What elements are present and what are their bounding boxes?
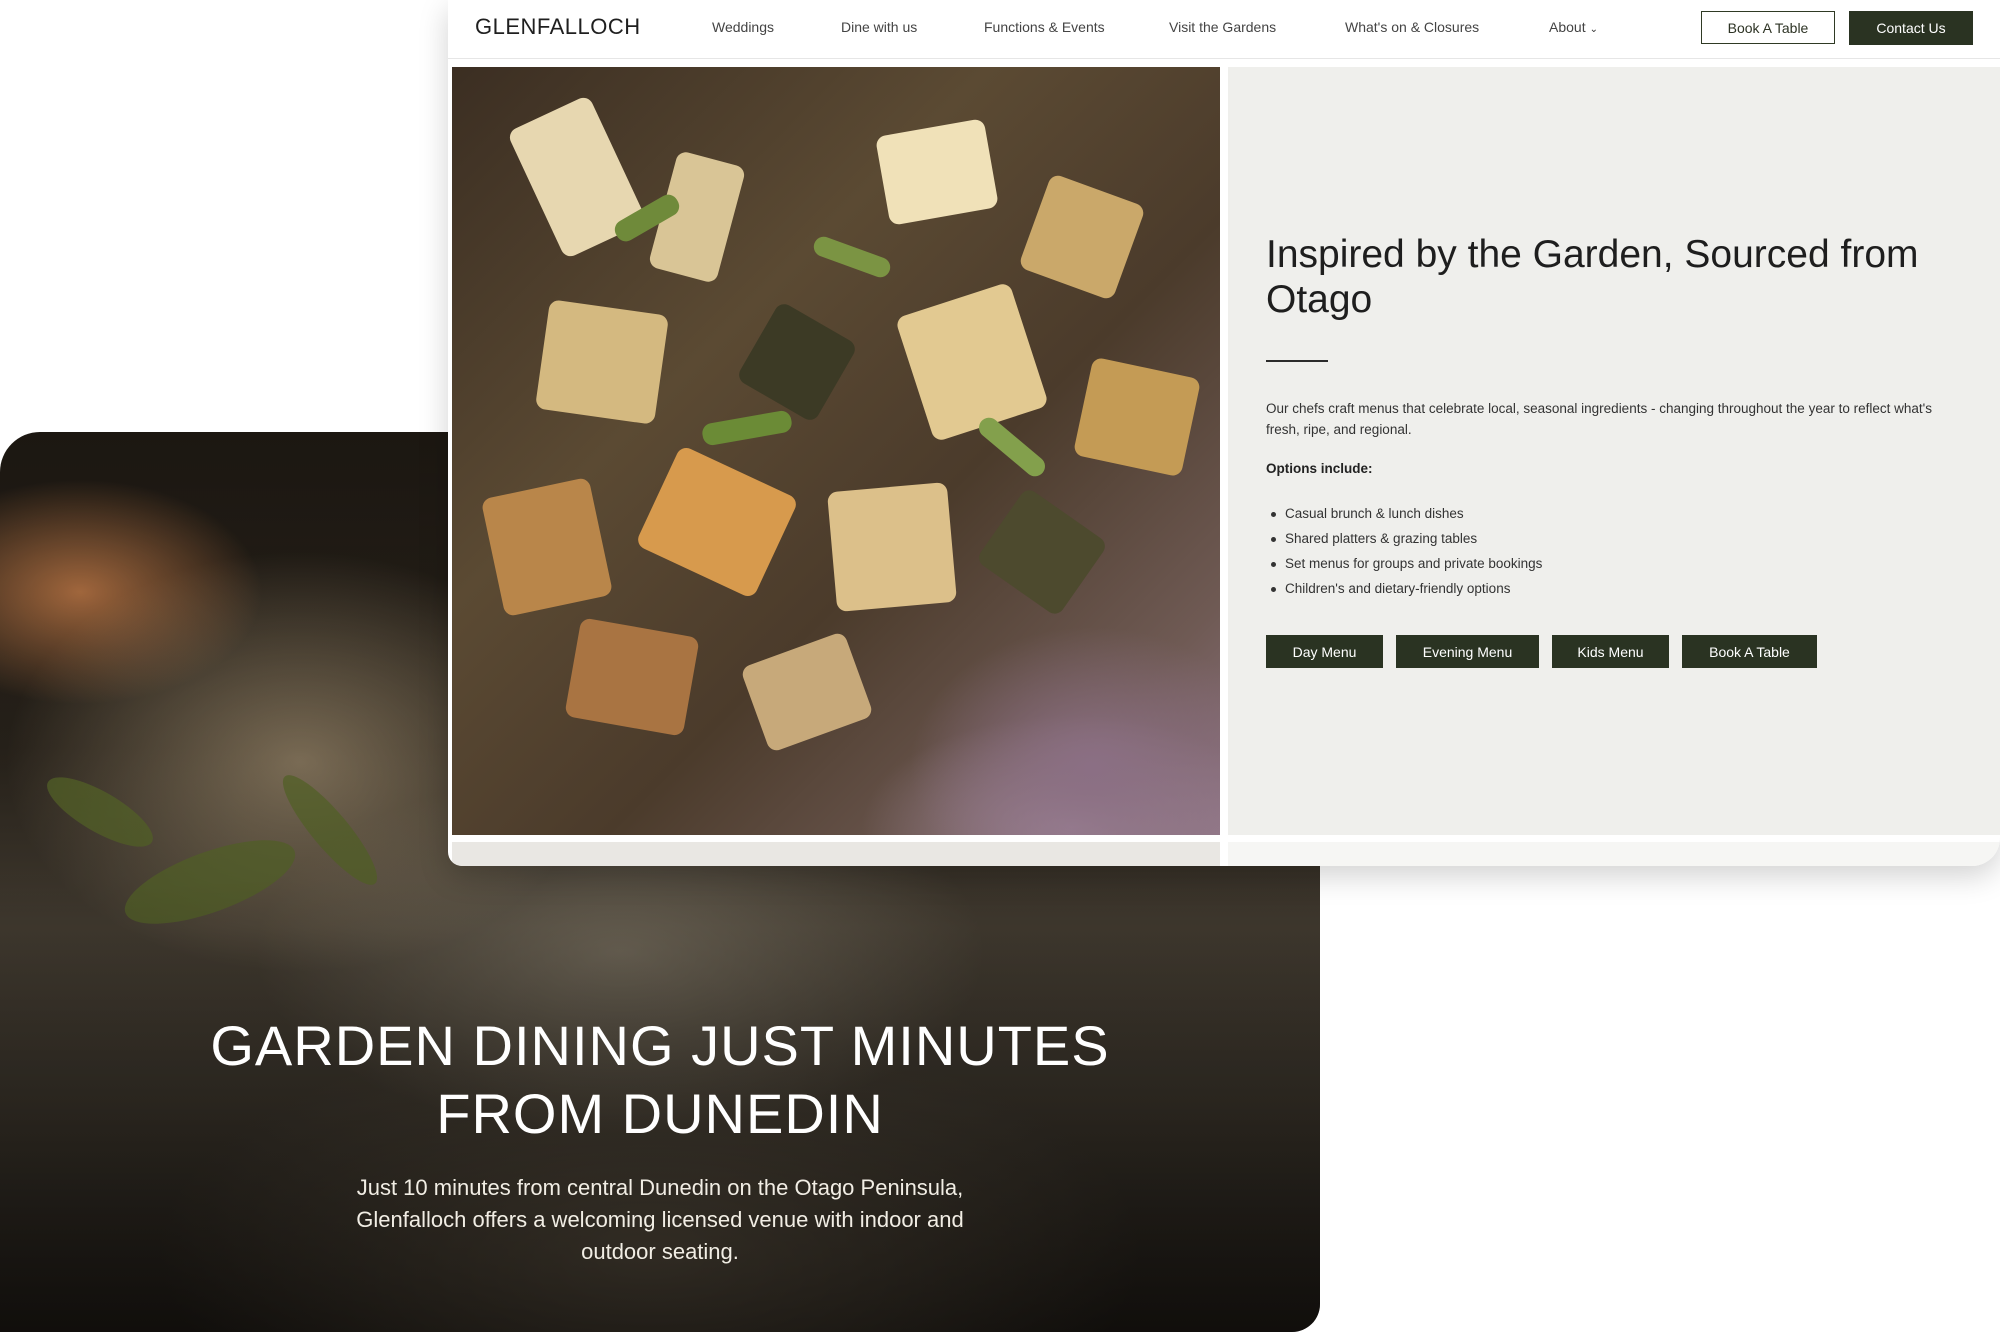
day-menu-button[interactable]: Day Menu bbox=[1266, 635, 1383, 668]
food-chunk bbox=[735, 300, 859, 424]
food-chunk bbox=[739, 630, 875, 754]
hero-title-line: GARDEN DINING JUST MINUTES bbox=[210, 1014, 1110, 1077]
food-chunk bbox=[700, 409, 794, 447]
hero-title-line: FROM DUNEDIN bbox=[436, 1082, 884, 1145]
food-chunk bbox=[1017, 172, 1147, 302]
nav-link-dine[interactable]: Dine with us bbox=[841, 19, 917, 35]
food-chunk bbox=[1072, 356, 1202, 478]
food-chunk bbox=[974, 413, 1050, 481]
options-list: Casual brunch & lunch dishes Shared plat… bbox=[1266, 501, 1542, 601]
top-navigation: GLENFALLOCH Weddings Dine with us Functi… bbox=[448, 0, 2000, 59]
food-chunk bbox=[826, 481, 958, 613]
nav-link-whats-on[interactable]: What's on & Closures bbox=[1345, 19, 1479, 35]
divider bbox=[1266, 360, 1328, 362]
hero-description: Just 10 minutes from central Dunedin on … bbox=[356, 1175, 964, 1264]
food-chunk bbox=[875, 118, 999, 226]
food-photo bbox=[452, 67, 1220, 835]
kids-menu-button[interactable]: Kids Menu bbox=[1552, 635, 1669, 668]
food-chunk bbox=[564, 617, 700, 737]
book-table-button[interactable]: Book A Table bbox=[1701, 11, 1835, 44]
panel-book-table-button[interactable]: Book A Table bbox=[1682, 635, 1817, 668]
nav-link-about-label: About bbox=[1549, 19, 1586, 35]
photo-strip bbox=[452, 842, 1220, 866]
dining-panel: Inspired by the Garden, Sourced from Ota… bbox=[1228, 67, 2000, 835]
evening-menu-button[interactable]: Evening Menu bbox=[1396, 635, 1539, 668]
contact-us-button[interactable]: Contact Us bbox=[1849, 11, 1973, 45]
food-chunk bbox=[975, 486, 1109, 618]
food-chunk bbox=[534, 299, 670, 425]
list-item: Casual brunch & lunch dishes bbox=[1266, 501, 1542, 526]
food-chunk bbox=[810, 233, 894, 281]
nav-link-functions[interactable]: Functions & Events bbox=[984, 19, 1105, 35]
food-chunk bbox=[634, 444, 800, 600]
panel-description: Our chefs craft menus that celebrate loc… bbox=[1266, 401, 1932, 437]
nav-link-about[interactable]: About ⌄ bbox=[1549, 19, 1598, 35]
list-item: Shared platters & grazing tables bbox=[1266, 526, 1542, 551]
food-chunk bbox=[480, 476, 614, 618]
chevron-down-icon: ⌄ bbox=[1589, 24, 1598, 35]
panel-title: Inspired by the Garden, Sourced from Ota… bbox=[1266, 233, 1919, 321]
panel-strip bbox=[1228, 842, 2000, 866]
food-chunk bbox=[894, 281, 1050, 443]
nav-link-gardens[interactable]: Visit the Gardens bbox=[1169, 19, 1276, 35]
nav-link-weddings[interactable]: Weddings bbox=[712, 19, 774, 35]
hero-title: GARDEN DINING JUST MINUTES FROM DUNEDIN bbox=[0, 1012, 1320, 1148]
list-item: Children's and dietary-friendly options bbox=[1266, 576, 1542, 601]
website-preview: GLENFALLOCH Weddings Dine with us Functi… bbox=[448, 0, 2000, 866]
list-item: Set menus for groups and private booking… bbox=[1266, 551, 1542, 576]
options-heading: Options include: bbox=[1266, 461, 1373, 476]
